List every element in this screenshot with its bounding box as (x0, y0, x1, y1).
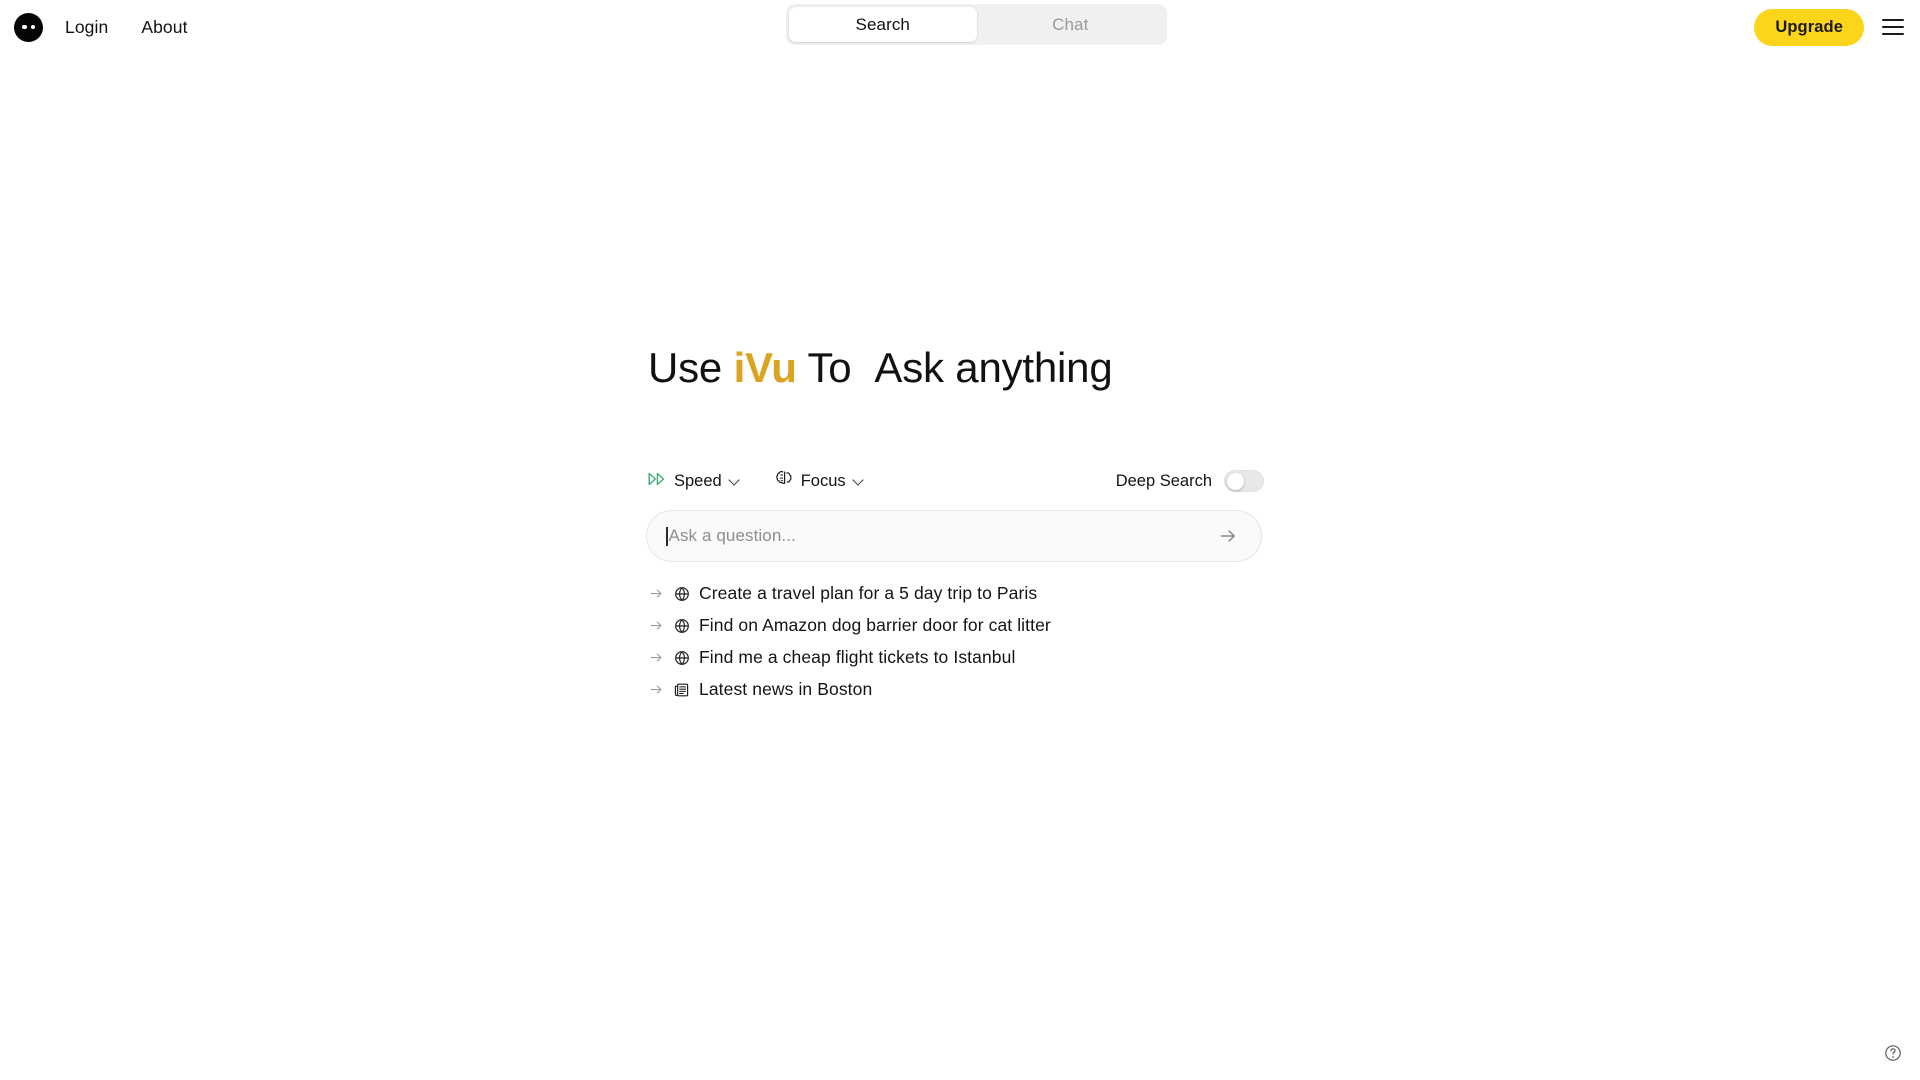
search-controls-row: Speed Focus Deep Search (648, 462, 1264, 500)
chevron-down-icon-focus (853, 475, 865, 487)
page-title: Use iVu To Ask anything (648, 344, 1113, 392)
search-input-container[interactable]: Ask a question... (646, 510, 1262, 562)
arrow-right-icon (648, 586, 664, 602)
headline-suffix: Ask anything (874, 344, 1113, 391)
suggestion-text: Find on Amazon dog barrier door for cat … (699, 615, 1051, 635)
fast-forward-icon (648, 472, 667, 491)
arrow-right-icon[interactable] (1215, 523, 1241, 549)
arrow-right-icon (648, 618, 664, 634)
arrow-right-icon (648, 682, 664, 698)
main-content: Use iVu To Ask anything Speed Focus Deep… (0, 0, 1920, 1080)
headline-prefix: Use (648, 344, 723, 391)
list-item[interactable]: Latest news in Boston (648, 678, 1348, 701)
arrow-right-icon (648, 650, 664, 666)
newspaper-icon (673, 681, 690, 698)
list-item[interactable]: Create a travel plan for a 5 day trip to… (648, 582, 1348, 605)
deep-search-toggle[interactable] (1224, 470, 1264, 492)
globe-icon (673, 617, 690, 634)
speed-label: Speed (674, 471, 722, 490)
speed-selector[interactable]: Speed (648, 472, 741, 491)
suggestion-text: Find me a cheap flight tickets to Istanb… (699, 647, 1016, 667)
focus-selector[interactable]: Focus (775, 469, 865, 493)
chevron-down-icon-speed (729, 475, 741, 487)
text-cursor (666, 526, 668, 546)
deep-search-label: Deep Search (1115, 471, 1212, 490)
focus-label: Focus (800, 471, 846, 490)
list-item[interactable]: Find me a cheap flight tickets to Istanb… (648, 646, 1348, 669)
suggestion-text: Latest news in Boston (699, 679, 873, 699)
toggle-knob (1226, 472, 1244, 490)
suggestion-text: Create a travel plan for a 5 day trip to… (699, 583, 1038, 603)
deep-search-group: Deep Search (1116, 470, 1264, 492)
suggestion-list: Create a travel plan for a 5 day trip to… (648, 582, 1348, 701)
brain-icon (775, 469, 794, 493)
headline-middle: To (807, 344, 852, 391)
globe-icon (673, 585, 690, 602)
help-circle-icon[interactable] (1882, 1042, 1904, 1064)
globe-icon (673, 649, 690, 666)
list-item[interactable]: Find on Amazon dog barrier door for cat … (648, 614, 1348, 637)
search-input[interactable]: Ask a question... (669, 526, 1216, 546)
headline-brand: iVu (733, 344, 797, 391)
